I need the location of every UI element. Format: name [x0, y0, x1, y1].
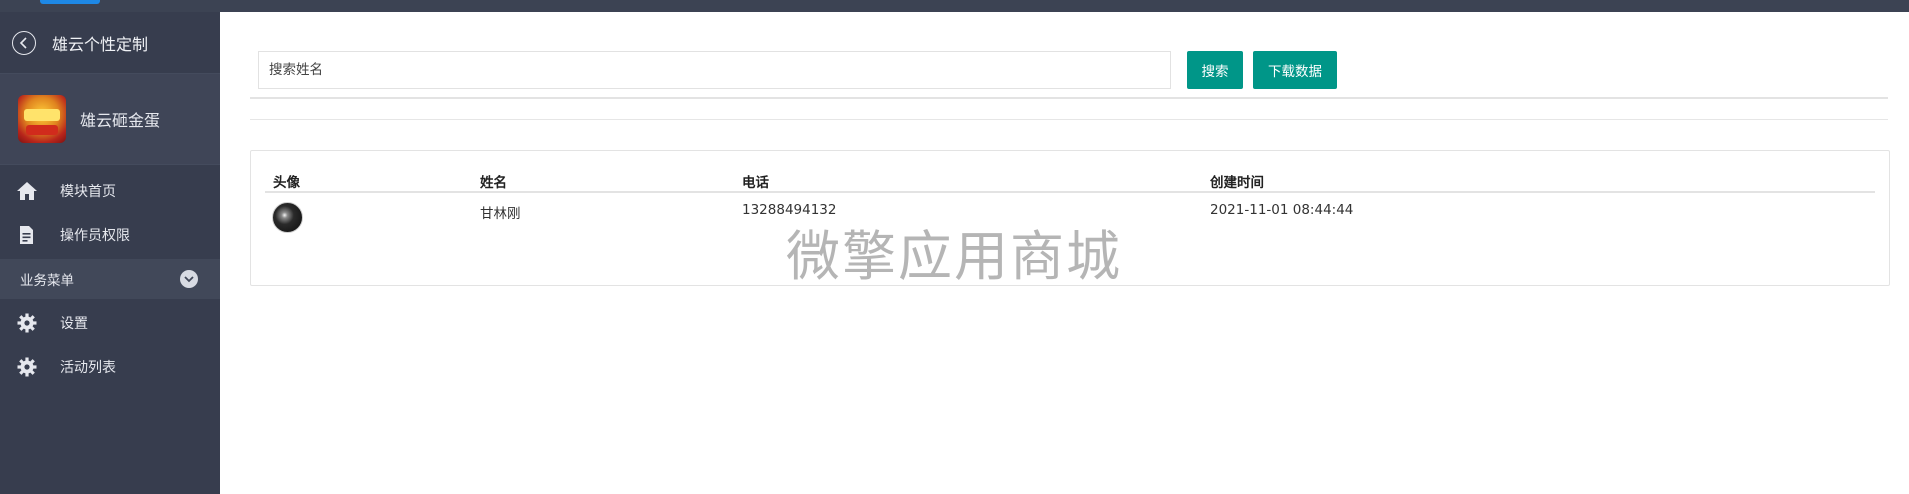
- home-icon: [16, 180, 38, 202]
- column-header-created-time: 创建时间: [1210, 175, 1264, 191]
- back-arrow-icon[interactable]: [12, 30, 36, 55]
- sidebar-item-settings[interactable]: 设置: [0, 301, 220, 345]
- sidebar-group-label: 业务菜单: [20, 273, 74, 289]
- sidebar-item-label: 设置: [60, 316, 88, 332]
- sidebar-item-permissions[interactable]: 操作员权限: [0, 213, 220, 257]
- search-input[interactable]: [258, 51, 1171, 89]
- watermark: 微擎应用商城: [786, 225, 1122, 288]
- search-button[interactable]: 搜索: [1187, 51, 1243, 89]
- chevron-down-icon[interactable]: [180, 270, 198, 288]
- column-header-phone: 电话: [742, 175, 769, 191]
- sidebar-item-label: 操作员权限: [60, 228, 130, 244]
- column-header-name: 姓名: [480, 175, 507, 191]
- sidebar-group-business[interactable]: 业务菜单: [0, 259, 220, 299]
- divider: [250, 119, 1888, 120]
- gear-icon: [16, 356, 38, 378]
- brand-logo: [18, 95, 66, 143]
- cell-name: 甘林刚: [480, 206, 521, 222]
- brand-name: 雄云砸金蛋: [80, 111, 161, 130]
- divider: [250, 97, 1888, 99]
- avatar: [272, 202, 303, 233]
- search-bar: 搜索 下载数据: [258, 51, 1658, 91]
- top-bar: [0, 0, 1909, 12]
- table-header: 头像 姓名 电话 创建时间: [265, 165, 1875, 193]
- cell-created-time: 2021-11-01 08:44:44: [1210, 202, 1354, 218]
- sidebar-item-home[interactable]: 模块首页: [0, 169, 220, 213]
- sidebar-item-label: 活动列表: [60, 360, 116, 376]
- sidebar-title: 雄云个性定制: [52, 34, 149, 54]
- document-edit-icon: [16, 224, 38, 246]
- brand-block: 雄云砸金蛋: [0, 74, 220, 165]
- app-logo-fragment: [40, 0, 100, 4]
- gear-icon: [16, 312, 38, 334]
- sidebar-header[interactable]: 雄云个性定制: [0, 12, 220, 74]
- sidebar-item-activity-list[interactable]: 活动列表: [0, 345, 220, 389]
- sidebar: 雄云个性定制 雄云砸金蛋 模块首页 操作员权限 业务菜单 设置 活动列表: [0, 12, 220, 494]
- download-data-button[interactable]: 下载数据: [1253, 51, 1337, 89]
- column-header-avatar: 头像: [273, 175, 300, 191]
- sidebar-item-label: 模块首页: [60, 184, 116, 200]
